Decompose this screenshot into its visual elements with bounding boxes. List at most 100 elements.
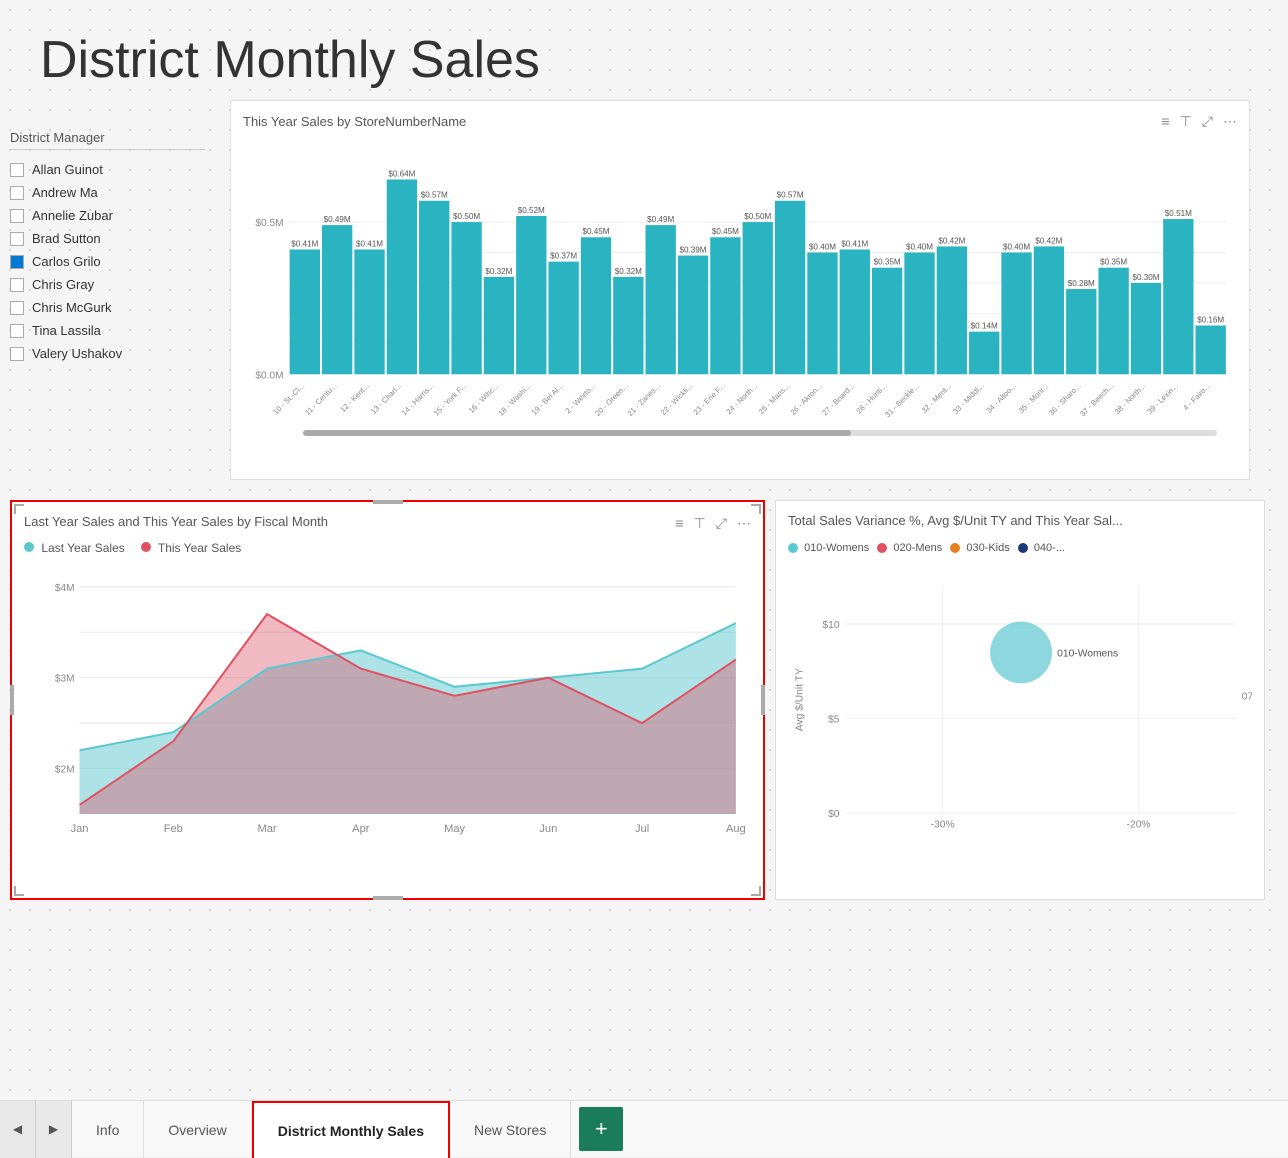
- main-area: District Monthly Sales District Manager …: [0, 0, 1288, 1100]
- tab-add-btn[interactable]: +: [579, 1107, 623, 1151]
- drag-icon: ≡: [1161, 113, 1169, 130]
- svg-text:18 - Washi...: 18 - Washi...: [496, 381, 532, 417]
- svg-text:28 - Hunti...: 28 - Hunti...: [854, 381, 888, 415]
- svg-text:$0.42M: $0.42M: [1035, 236, 1062, 245]
- filter-icon[interactable]: ⊤: [1180, 113, 1192, 130]
- svg-text:11 - Centu...: 11 - Centu...: [303, 381, 339, 417]
- filter-item[interactable]: Annelie Zubar: [10, 204, 205, 227]
- page-title: District Monthly Sales: [40, 30, 540, 90]
- filter-checkbox[interactable]: [10, 163, 24, 177]
- filter-checkbox[interactable]: [10, 255, 24, 269]
- resize-handle-tl[interactable]: [14, 504, 28, 518]
- filter-label: Allan Guinot: [32, 162, 103, 177]
- bar-chart-title: This Year Sales by StoreNumberName: [243, 114, 466, 129]
- filter-checkbox[interactable]: [10, 209, 24, 223]
- filter-checkbox[interactable]: [10, 232, 24, 246]
- filter-item[interactable]: Carlos Grilo: [10, 250, 205, 273]
- filter-checkbox[interactable]: [10, 347, 24, 361]
- svg-text:13 - Charl...: 13 - Charl...: [369, 381, 403, 415]
- filter-item[interactable]: Allan Guinot: [10, 158, 205, 181]
- filter-items: Allan Guinot Andrew Ma Annelie Zubar Brad S…: [10, 158, 205, 365]
- filter-label: Valery Ushakov: [32, 346, 122, 361]
- expand-icon[interactable]: ⤢: [1202, 113, 1213, 130]
- svg-text:$0.28M: $0.28M: [1068, 279, 1095, 288]
- bar-chart-scrollbar[interactable]: [303, 430, 1217, 436]
- resize-handle-bottom[interactable]: [373, 896, 403, 900]
- svg-text:$0.0M: $0.0M: [255, 370, 283, 381]
- svg-text:2 - Weirto...: 2 - Weirto...: [563, 381, 597, 415]
- svg-text:$10: $10: [822, 620, 839, 631]
- svg-text:Jun: Jun: [539, 823, 557, 835]
- svg-text:$0.37M: $0.37M: [550, 252, 577, 261]
- filter-label: Chris Gray: [32, 277, 94, 292]
- tab-next-btn[interactable]: ▶: [36, 1101, 72, 1158]
- svg-text:32 - Ment...: 32 - Ment...: [920, 381, 954, 415]
- svg-text:Aug: Aug: [726, 823, 746, 835]
- filter-panel-title: District Manager: [10, 130, 205, 150]
- resize-handle-left[interactable]: [10, 685, 14, 715]
- tab-item[interactable]: Info: [72, 1101, 144, 1158]
- svg-text:$0.42M: $0.42M: [938, 236, 965, 245]
- svg-text:$0.49M: $0.49M: [647, 215, 674, 224]
- resize-handle-bl[interactable]: [14, 882, 28, 896]
- tab-item[interactable]: New Stores: [450, 1101, 571, 1158]
- scatter-chart-title: Total Sales Variance %, Avg $/Unit TY an…: [788, 513, 1123, 528]
- svg-text:34 - Altoo...: 34 - Altoo...: [984, 381, 1018, 415]
- svg-text:$0.40M: $0.40M: [906, 242, 933, 251]
- filter-checkbox[interactable]: [10, 186, 24, 200]
- resize-handle-br[interactable]: [747, 882, 761, 896]
- filter-item[interactable]: Andrew Ma: [10, 181, 205, 204]
- legend-last-year: Last Year Sales: [24, 541, 125, 555]
- svg-text:May: May: [444, 823, 465, 835]
- scrollbar-thumb: [303, 430, 851, 436]
- svg-text:$0.51M: $0.51M: [1165, 209, 1192, 218]
- resize-handle-tr[interactable]: [747, 504, 761, 518]
- svg-text:16 - Wihc...: 16 - Wihc...: [467, 381, 501, 415]
- svg-text:23 - Erie F...: 23 - Erie F...: [692, 381, 727, 416]
- scatter-legend-kids: 030-Kids: [950, 542, 1009, 554]
- svg-text:10 - St.-Cl...: 10 - St.-Cl...: [271, 381, 306, 416]
- line-chart-title: Last Year Sales and This Year Sales by F…: [24, 514, 328, 529]
- svg-text:4 - Fairo...: 4 - Fairo...: [1181, 381, 1212, 412]
- more-icon[interactable]: ⋯: [1223, 113, 1237, 130]
- expand-icon-line[interactable]: ⤢: [716, 515, 727, 532]
- tab-item[interactable]: Overview: [144, 1101, 251, 1158]
- svg-text:$0.50M: $0.50M: [453, 212, 480, 221]
- scatter-legend-womens: 010-Womens: [788, 542, 869, 554]
- svg-text:12 - Kent...: 12 - Kent...: [338, 381, 371, 414]
- svg-text:$0.49M: $0.49M: [324, 215, 351, 224]
- filter-item[interactable]: Chris McGurk: [10, 296, 205, 319]
- filter-label: Chris McGurk: [32, 300, 111, 315]
- resize-handle-right[interactable]: [761, 685, 765, 715]
- scatter-legend: 010-Womens 020-Mens 030-Kids 040-...: [788, 542, 1252, 554]
- tab-item[interactable]: District Monthly Sales: [252, 1101, 450, 1158]
- svg-text:20 - Green...: 20 - Green...: [593, 381, 630, 418]
- filter-checkbox[interactable]: [10, 301, 24, 315]
- line-chart-icons: ≡ ⊤ ⤢ ⋯: [675, 515, 751, 532]
- filter-icon-line[interactable]: ⊤: [694, 515, 706, 532]
- filter-checkbox[interactable]: [10, 278, 24, 292]
- svg-text:$0.5M: $0.5M: [255, 218, 283, 229]
- svg-text:$0.32M: $0.32M: [615, 267, 642, 276]
- filter-item[interactable]: Chris Gray: [10, 273, 205, 296]
- resize-handle-top[interactable]: [373, 500, 403, 504]
- svg-text:070: 070: [1242, 692, 1252, 703]
- filter-checkbox[interactable]: [10, 324, 24, 338]
- filter-item[interactable]: Tina Lassila: [10, 319, 205, 342]
- svg-text:$0.16M: $0.16M: [1197, 315, 1224, 324]
- tab-prev-btn[interactable]: ◀: [0, 1101, 36, 1158]
- filter-item[interactable]: Valery Ushakov: [10, 342, 205, 365]
- filter-label: Annelie Zubar: [32, 208, 113, 223]
- filter-panel: District Manager Allan Guinot Andrew Ma An…: [10, 130, 205, 365]
- svg-text:31 - Beckle...: 31 - Beckle...: [883, 381, 921, 419]
- scatter-chart-area: $0$5$10-30%-20%Avg $/Unit TY010-Womens07…: [788, 560, 1252, 860]
- svg-text:$0.41M: $0.41M: [356, 239, 383, 248]
- svg-text:$0.35M: $0.35M: [1100, 258, 1127, 267]
- filter-item[interactable]: Brad Sutton: [10, 227, 205, 250]
- svg-text:38 - North...: 38 - North...: [1113, 381, 1148, 416]
- scatter-legend-040: 040-...: [1018, 542, 1065, 554]
- svg-text:$0.39M: $0.39M: [680, 246, 707, 255]
- bar-chart-area: $0.5M $0.0M $0.41M 10 - St.-Cl... $0.49M 11 -…: [243, 138, 1237, 438]
- svg-text:$0.35M: $0.35M: [874, 258, 901, 267]
- tabs-container: InfoOverviewDistrict Monthly SalesNew St…: [72, 1101, 571, 1157]
